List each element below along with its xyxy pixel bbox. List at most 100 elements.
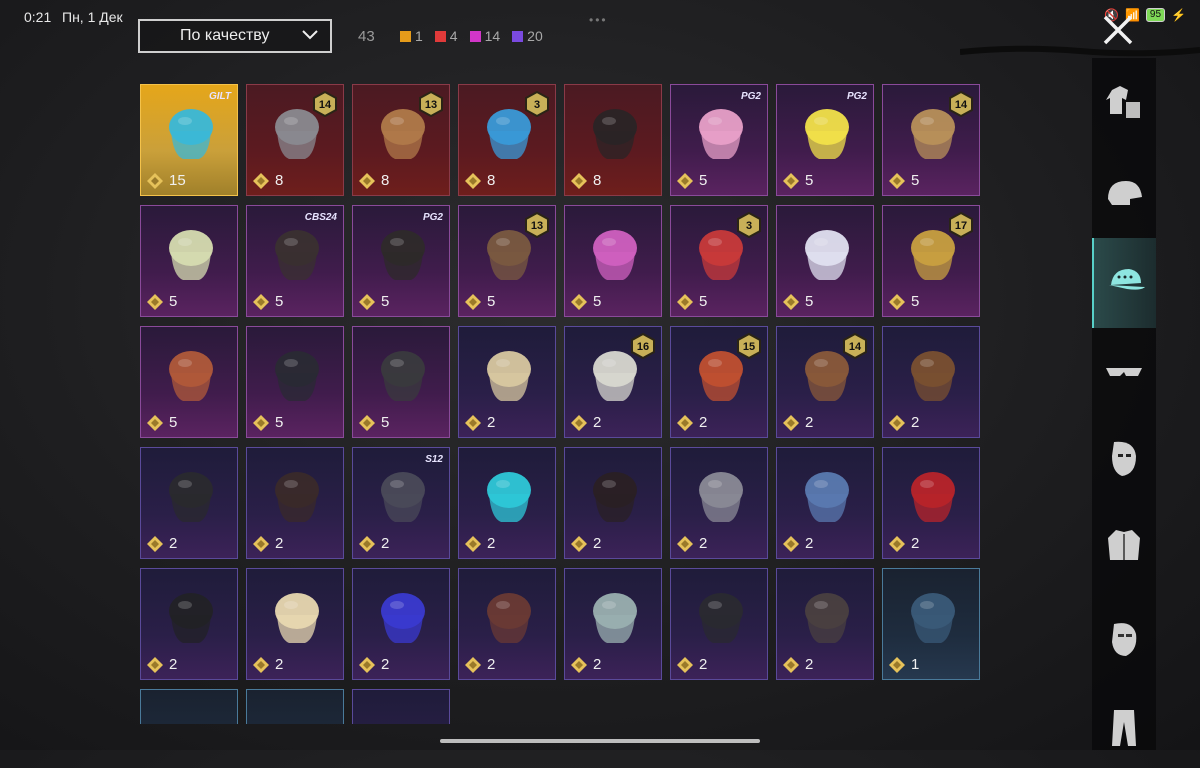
item-count-value: 2: [805, 535, 814, 552]
item-card[interactable]: 2: [352, 568, 450, 680]
hair-brown-icon: [911, 351, 955, 401]
currency-icon: [677, 414, 693, 431]
item-count: 2: [783, 656, 813, 673]
item-count: 5: [253, 414, 283, 431]
item-card[interactable]: 2: [458, 447, 556, 559]
item-card[interactable]: 2: [564, 568, 662, 680]
item-card[interactable]: [246, 689, 344, 724]
drag-handle[interactable]: •••: [589, 13, 608, 27]
item-card[interactable]: 16 2: [564, 326, 662, 438]
item-count: 2: [571, 535, 601, 552]
level-value: 14: [955, 99, 968, 111]
item-count: 2: [783, 535, 813, 552]
item-card[interactable]: 14 2: [776, 326, 874, 438]
item-card[interactable]: 5: [564, 205, 662, 317]
item-card[interactable]: 5: [140, 205, 238, 317]
item-count-value: 2: [805, 656, 814, 673]
sidebar-item-cap[interactable]: [1092, 238, 1156, 328]
item-count-value: 8: [381, 172, 390, 189]
currency-icon: [465, 535, 481, 552]
item-card[interactable]: 14 5: [882, 84, 980, 196]
legend-swatch: [512, 30, 524, 42]
blank-icon: [269, 706, 325, 724]
item-card[interactable]: GILT 15: [140, 84, 238, 196]
item-card[interactable]: 5: [776, 205, 874, 317]
item-card[interactable]: [140, 689, 238, 724]
home-indicator[interactable]: [440, 739, 760, 743]
item-count: 2: [677, 414, 707, 431]
item-count-value: 2: [487, 656, 496, 673]
item-card[interactable]: 2: [140, 568, 238, 680]
item-card[interactable]: PG2 5: [670, 84, 768, 196]
item-count-value: 5: [487, 293, 496, 310]
item-count-value: 2: [911, 414, 920, 431]
item-card[interactable]: 2: [246, 568, 344, 680]
item-card[interactable]: [352, 689, 450, 724]
glasses-icon: [1106, 368, 1142, 376]
cap-icon: [1109, 269, 1145, 290]
item-card[interactable]: 2: [140, 447, 238, 559]
sidebar-item-jacket[interactable]: [1092, 506, 1156, 586]
sidebar-item-face-mask[interactable]: [1092, 418, 1156, 498]
level-value: 14: [319, 99, 332, 111]
item-card[interactable]: PG2 5: [776, 84, 874, 196]
hair-blue-icon: [169, 109, 213, 159]
item-card[interactable]: 13 5: [458, 205, 556, 317]
level-badge: 14: [313, 91, 337, 117]
item-card[interactable]: 2: [246, 447, 344, 559]
item-card[interactable]: 1: [882, 568, 980, 680]
aviator-cap-icon: [805, 593, 849, 643]
level-value: 13: [425, 99, 437, 111]
pants-icon: [1112, 710, 1136, 746]
item-count-value: 5: [169, 414, 178, 431]
level-value: 13: [531, 220, 543, 232]
item-card[interactable]: 14 8: [246, 84, 344, 196]
sidebar-item-pants[interactable]: [1092, 688, 1156, 768]
item-card[interactable]: 5: [140, 326, 238, 438]
item-card[interactable]: 5: [246, 326, 344, 438]
currency-icon: [147, 172, 163, 189]
currency-icon: [571, 414, 587, 431]
currency-icon: [465, 656, 481, 673]
item-card[interactable]: 5: [352, 326, 450, 438]
item-card[interactable]: 13 8: [352, 84, 450, 196]
level-badge: 17: [949, 212, 973, 238]
season-tag: PG2: [846, 91, 867, 102]
currency-icon: [253, 535, 269, 552]
bunny-mask-icon: [805, 230, 849, 280]
currency-icon: [783, 656, 799, 673]
face-mask-icon: [1112, 441, 1136, 476]
item-card[interactable]: 2: [670, 568, 768, 680]
item-card[interactable]: 2: [882, 326, 980, 438]
item-card[interactable]: 2: [776, 568, 874, 680]
season-tag: GILT: [208, 91, 231, 102]
item-card[interactable]: 38: [458, 84, 556, 196]
sidebar-item-outfit[interactable]: [1092, 62, 1156, 142]
item-card[interactable]: 2: [776, 447, 874, 559]
item-card[interactable]: PG2 5: [352, 205, 450, 317]
item-card[interactable]: 17 5: [882, 205, 980, 317]
battery-indicator: 95: [1145, 8, 1166, 22]
season-tag: PG2: [740, 91, 761, 102]
close-icon[interactable]: [1100, 12, 1136, 48]
item-card[interactable]: 2: [564, 447, 662, 559]
currency-icon: [253, 656, 269, 673]
sidebar-item-helmet[interactable]: [1092, 155, 1156, 235]
item-count: 5: [677, 172, 707, 189]
sidebar-item-face[interactable]: [1092, 598, 1156, 678]
item-count: 8: [465, 172, 495, 189]
item-card[interactable]: S12 2: [352, 447, 450, 559]
sidebar-item-glasses[interactable]: [1092, 332, 1156, 412]
item-card[interactable]: 8: [564, 84, 662, 196]
sort-label: По качеству: [180, 27, 270, 44]
item-card[interactable]: 2: [882, 447, 980, 559]
item-card[interactable]: 35: [670, 205, 768, 317]
sort-dropdown[interactable]: По качеству: [138, 19, 332, 53]
ghost-mask-icon: [381, 351, 425, 401]
item-card[interactable]: 2: [458, 326, 556, 438]
item-card[interactable]: 2: [458, 568, 556, 680]
item-card[interactable]: CBS24 5: [246, 205, 344, 317]
item-card[interactable]: 15 2: [670, 326, 768, 438]
item-card[interactable]: 2: [670, 447, 768, 559]
item-count-value: 5: [805, 172, 814, 189]
